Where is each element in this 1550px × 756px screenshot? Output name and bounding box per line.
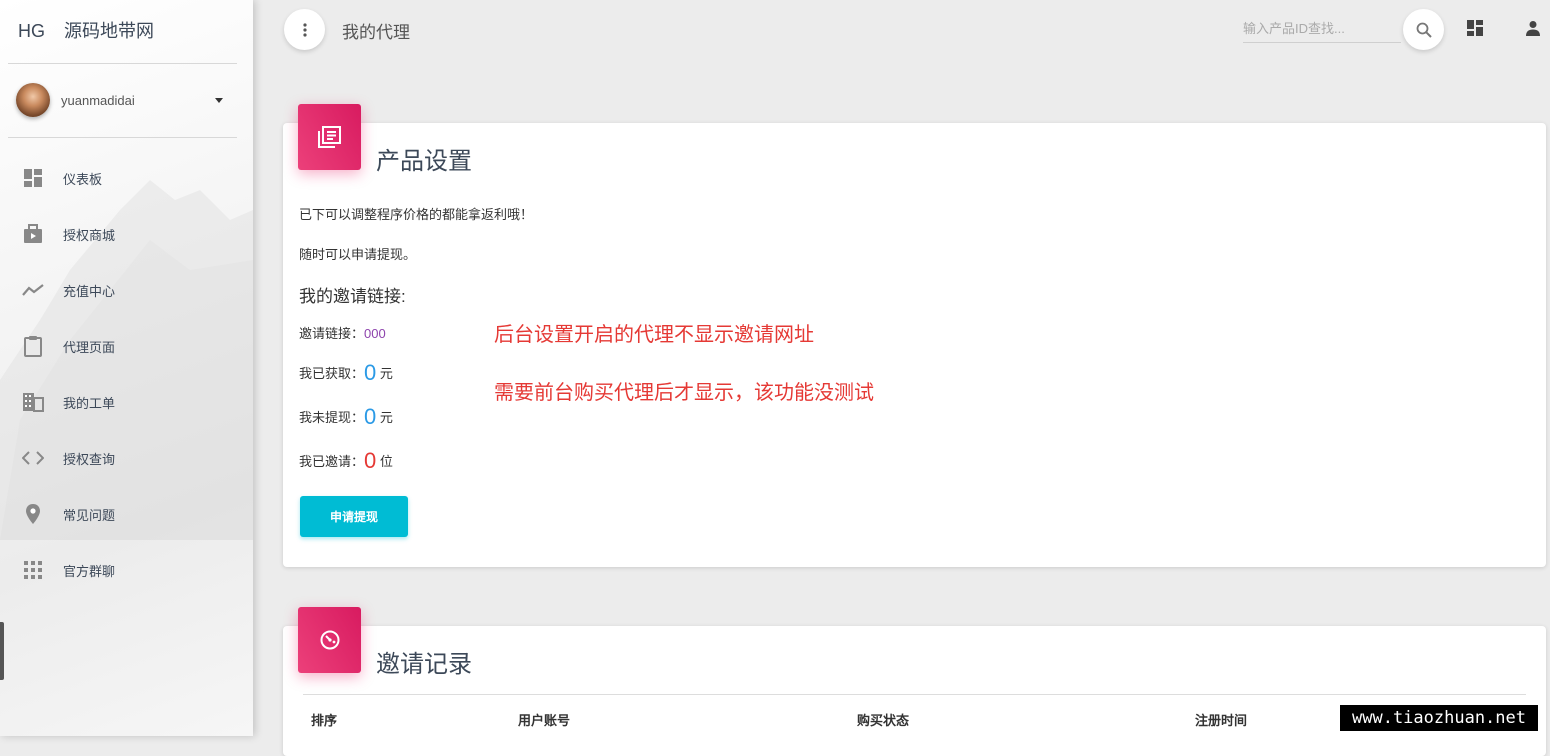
page-title: 我的代理 xyxy=(342,23,410,42)
clipboard-icon xyxy=(22,335,44,357)
user-menu[interactable]: yuanmadidai xyxy=(16,83,236,117)
divider xyxy=(8,137,237,138)
dashboard-icon[interactable] xyxy=(1465,18,1485,38)
invited-row: 我已邀请：0 位 xyxy=(299,448,393,474)
sidebar-item-label: 授权查询 xyxy=(63,451,116,467)
invite-records-card: 邀请记录 排序 用户账号 购买状态 注册时间 xyxy=(283,607,1546,756)
column-header[interactable]: 用户账号 xyxy=(518,710,570,729)
earned-unit: 元 xyxy=(379,366,393,381)
sidebar-resize-handle[interactable] xyxy=(0,622,4,680)
sidebar-item-label: 充值中心 xyxy=(63,283,116,299)
column-header[interactable]: 购买状态 xyxy=(857,710,909,729)
avatar xyxy=(16,83,50,117)
product-settings-card: 产品设置 已下可以调整程序价格的都能拿返利哦！ 随时可以申请提现。 我的邀请链接… xyxy=(283,104,1546,567)
sidebar-item-label: 代理页面 xyxy=(63,339,116,355)
dashboard-icon xyxy=(22,167,44,189)
annotation-note: 需要前台购买代理后才显示，该功能没测试 xyxy=(494,382,874,404)
sidebar-item-agent[interactable]: 代理页面 xyxy=(0,318,253,374)
more-vertical-icon xyxy=(302,22,307,37)
column-header[interactable]: 注册时间 xyxy=(1195,710,1247,729)
withdraw-button[interactable]: 申请提现 xyxy=(300,496,408,537)
person-icon[interactable] xyxy=(1523,18,1543,38)
table-divider xyxy=(303,694,1526,695)
invite-heading: 我的邀请链接: xyxy=(299,287,406,306)
info-text: 已下可以调整程序价格的都能拿返利哦！ xyxy=(299,207,534,222)
annotation-note: 后台设置开启的代理不显示邀请网址 xyxy=(494,324,814,346)
code-icon xyxy=(22,447,44,469)
search-button[interactable] xyxy=(1403,9,1444,50)
invite-link-label: 邀请链接： xyxy=(299,326,365,341)
search-icon xyxy=(1416,22,1432,38)
brand-name: 源码地带网 xyxy=(64,21,155,41)
building-icon xyxy=(22,391,44,413)
sidebar-item-label: 常见问题 xyxy=(63,507,116,523)
sidebar-item-group-chat[interactable]: 官方群聊 xyxy=(0,542,253,598)
earned-row: 我已获取：0 元 xyxy=(299,360,393,386)
library-books-icon xyxy=(298,104,361,170)
trending-icon xyxy=(22,279,44,301)
invited-label: 我已邀请： xyxy=(299,454,365,469)
sidebar-item-label: 官方群聊 xyxy=(63,563,116,579)
sidebar-item-label: 我的工单 xyxy=(63,395,116,411)
invite-link-value[interactable]: 000 xyxy=(364,326,386,341)
location-pin-icon xyxy=(22,503,44,525)
unwithdrawn-unit: 元 xyxy=(379,410,393,425)
invite-link-row: 邀请链接：000 xyxy=(299,323,386,342)
invited-unit: 位 xyxy=(379,454,393,469)
card-title: 产品设置 xyxy=(376,148,472,175)
watermark: www.tiaozhuan.net xyxy=(1340,705,1538,731)
divider xyxy=(8,63,237,64)
brand-mini: HG xyxy=(18,21,45,41)
search-input[interactable] xyxy=(1243,14,1401,43)
unwithdrawn-value: 0 xyxy=(364,404,377,429)
sidebar-item-shop[interactable]: 授权商城 xyxy=(0,206,253,262)
sidebar-item-faq[interactable]: 常见问题 xyxy=(0,486,253,542)
sidebar: HG 源码地带网 yuanmadidai 仪表板 授权商城 充值中心 代理页面 … xyxy=(0,0,253,736)
unwithdrawn-row: 我未提现：0 元 xyxy=(299,404,393,430)
sidebar-item-dashboard[interactable]: 仪表板 xyxy=(0,150,253,206)
shop-bag-icon xyxy=(22,223,44,245)
column-header[interactable]: 排序 xyxy=(311,710,337,729)
username: yuanmadidai xyxy=(61,92,135,108)
info-text: 随时可以申请提现。 xyxy=(299,247,417,262)
invited-value: 0 xyxy=(364,448,377,473)
sidebar-item-tickets[interactable]: 我的工单 xyxy=(0,374,253,430)
sidebar-item-label: 授权商城 xyxy=(63,227,116,243)
earned-label: 我已获取： xyxy=(299,366,365,381)
card-title: 邀请记录 xyxy=(376,651,472,678)
brand[interactable]: HG 源码地带网 xyxy=(18,17,154,43)
sidebar-item-recharge[interactable]: 充值中心 xyxy=(0,262,253,318)
sidebar-item-label: 仪表板 xyxy=(63,171,103,187)
sidebar-nav: 仪表板 授权商城 充值中心 代理页面 我的工单 授权查询 常见问题 官方群聊 xyxy=(0,150,253,598)
earned-value: 0 xyxy=(364,360,377,385)
unwithdrawn-label: 我未提现： xyxy=(299,410,365,425)
sidebar-toggle-button[interactable] xyxy=(284,9,325,50)
apps-grid-icon xyxy=(22,559,44,581)
timer-icon xyxy=(298,607,361,673)
sidebar-item-license-query[interactable]: 授权查询 xyxy=(0,430,253,486)
chevron-down-icon xyxy=(215,98,223,103)
